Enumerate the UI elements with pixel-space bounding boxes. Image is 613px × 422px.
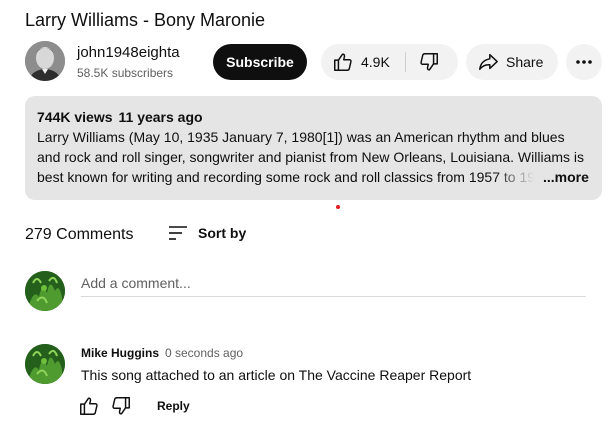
comment-text: This song attached to an article on The …	[81, 367, 472, 383]
more-horizontal-icon	[574, 52, 594, 77]
comment-author[interactable]: Mike Huggins	[81, 345, 159, 361]
thumbs-down-icon	[418, 51, 440, 78]
commenter-avatar[interactable]	[25, 344, 65, 384]
current-user-avatar	[25, 271, 65, 311]
comment-reply-button[interactable]: Reply	[157, 398, 190, 414]
video-title: Larry Williams - Bony Maronie	[25, 10, 266, 30]
upload-age: 11 years ago	[118, 109, 203, 125]
view-count: 744K views	[37, 109, 113, 125]
sort-by-label: Sort by	[198, 225, 247, 241]
subscribe-button[interactable]: Subscribe	[213, 44, 307, 80]
description-line: Larry Williams (May 10, 1935 January 7, …	[37, 129, 565, 145]
thumbs-up-icon	[332, 51, 354, 78]
like-count: 4.9K	[361, 54, 390, 70]
comment-timestamp[interactable]: 0 seconds ago	[165, 345, 243, 361]
like-button[interactable]: 4.9K	[321, 44, 405, 80]
subscriber-count: 58.5K subscribers	[77, 66, 174, 80]
add-comment-placeholder: Add a comment...	[81, 275, 191, 291]
share-label: Share	[506, 54, 544, 70]
like-dislike-group: 4.9K	[321, 44, 458, 80]
channel-avatar[interactable]	[25, 41, 65, 81]
channel-avatar-portrait	[25, 41, 65, 81]
add-comment-field[interactable]: Add a comment...	[81, 272, 586, 297]
comments-count: 279 Comments	[25, 226, 134, 243]
thumbs-up-icon	[78, 397, 100, 421]
dislike-button[interactable]	[406, 44, 458, 80]
description-line: and rock and roll singer, songwriter and…	[37, 149, 585, 165]
description-more-link[interactable]: ...more	[543, 167, 589, 187]
sort-icon	[168, 223, 190, 248]
thumbs-down-icon	[110, 397, 132, 421]
red-indicator-dot	[336, 205, 340, 209]
comment-dislike-button[interactable]	[110, 395, 132, 417]
description-meta: 744K views 11 years ago	[37, 108, 209, 126]
description-fade	[495, 167, 541, 187]
comment-like-button[interactable]	[78, 395, 100, 417]
share-icon	[477, 51, 499, 78]
channel-name[interactable]: john1948eighta	[77, 43, 180, 63]
description-line: best known for writing and recording som…	[37, 169, 536, 185]
more-actions-button[interactable]	[566, 44, 602, 80]
description-box[interactable]: 744K views 11 years ago Larry Williams (M…	[25, 96, 602, 200]
share-button[interactable]: Share	[466, 44, 558, 80]
